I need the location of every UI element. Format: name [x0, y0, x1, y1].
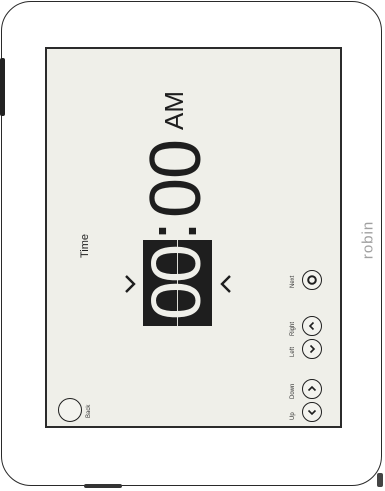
right-button[interactable]: [302, 316, 322, 336]
chevron-down-icon[interactable]: [123, 274, 137, 294]
screen-title: Time: [79, 233, 91, 258]
chevron-right-icon: [307, 385, 317, 392]
hour-divider: [177, 240, 178, 326]
brand-text: robin: [359, 220, 377, 260]
side-button[interactable]: [0, 58, 5, 116]
period-value[interactable]: AM: [159, 91, 189, 130]
next-button[interactable]: [302, 270, 322, 290]
up-label: Up: [290, 412, 296, 420]
back-label: Back: [86, 404, 92, 418]
down-label: Down: [290, 383, 296, 399]
screen-content: Up Down Left Right Next Back Time 00: 0…: [47, 49, 344, 430]
down-button[interactable]: [302, 379, 322, 399]
display-screen: Up Down Left Right Next Back Time 00: 0…: [45, 47, 342, 428]
left-button[interactable]: [302, 339, 322, 359]
right-label: Right: [290, 321, 296, 336]
bottom-button[interactable]: [84, 484, 122, 488]
chevron-up-icon[interactable]: [219, 274, 233, 294]
up-button[interactable]: [302, 402, 322, 422]
chevron-left-icon: [307, 409, 317, 416]
brand-logo: robin: [358, 217, 378, 263]
chevron-up-icon: [308, 321, 315, 331]
chevron-down-icon: [309, 344, 316, 354]
back-button[interactable]: [58, 398, 82, 422]
left-label: Left: [290, 346, 296, 357]
device-frame: robin Up Down Left Right Next Back Time …: [0, 1, 383, 488]
ring-icon: [307, 275, 317, 285]
corner-mark: [377, 473, 383, 487]
next-label: Next: [290, 275, 296, 288]
minutes-value[interactable]: 00: [136, 133, 216, 225]
